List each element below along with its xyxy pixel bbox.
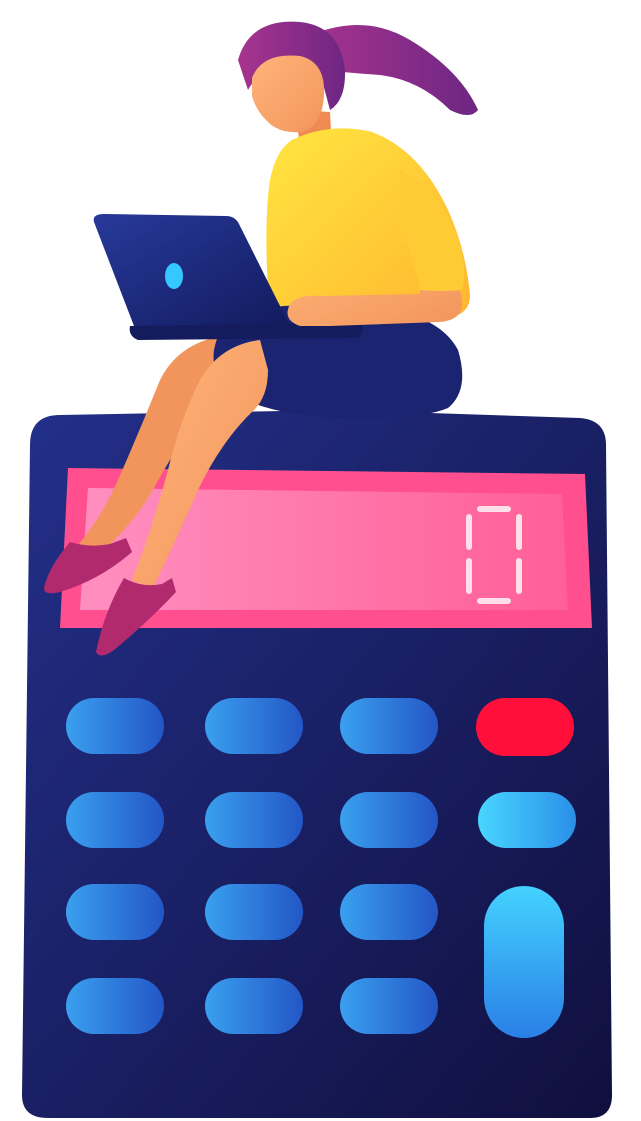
laptop-logo <box>165 263 183 289</box>
display-value: 0 <box>0 0 1 1</box>
calc-key-equals[interactable] <box>484 886 564 1038</box>
face <box>252 55 325 133</box>
laptop-screen <box>93 214 291 336</box>
illustration-scene: 0 <box>0 0 641 1121</box>
calc-key[interactable] <box>205 698 303 754</box>
calc-key[interactable] <box>66 792 164 848</box>
calc-key[interactable] <box>340 978 438 1034</box>
calc-key[interactable] <box>340 792 438 848</box>
calc-key[interactable] <box>205 978 303 1034</box>
calc-key[interactable] <box>340 698 438 754</box>
calc-key[interactable] <box>66 698 164 754</box>
calc-key-clear[interactable] <box>476 698 574 756</box>
illustration-svg: 0 <box>0 0 612 1118</box>
calc-key-operator[interactable] <box>478 792 576 848</box>
calc-key[interactable] <box>205 792 303 848</box>
calc-key[interactable] <box>66 978 164 1034</box>
calc-key[interactable] <box>205 884 303 940</box>
calc-key[interactable] <box>340 884 438 940</box>
calc-key[interactable] <box>66 884 164 940</box>
